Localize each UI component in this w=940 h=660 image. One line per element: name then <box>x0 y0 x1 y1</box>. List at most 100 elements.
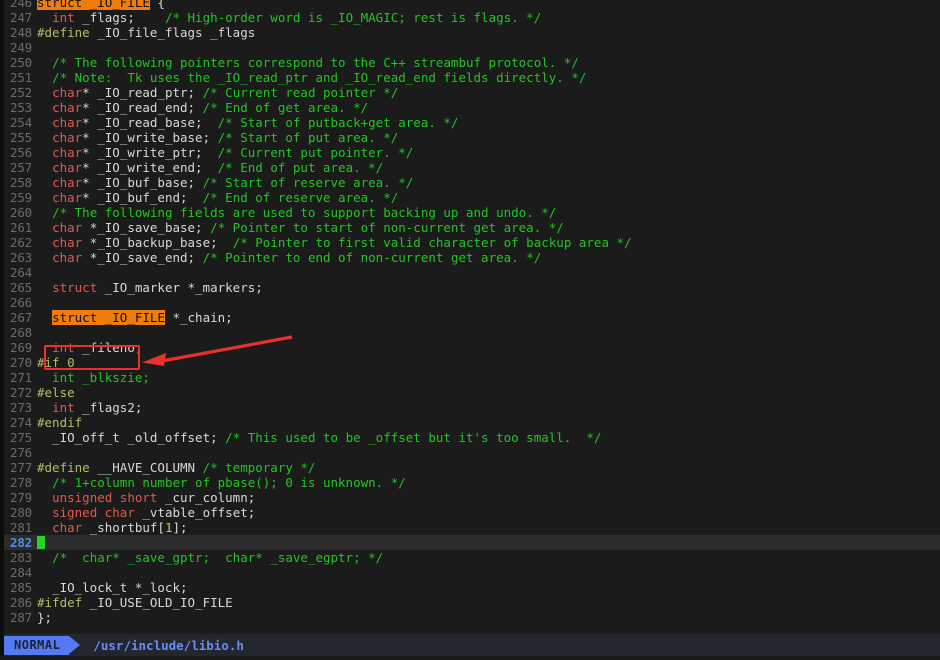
token-id: _IO_lock_t *_lock; <box>37 580 188 595</box>
line-number: 276 <box>10 445 32 460</box>
code-line[interactable]: 285 _IO_lock_t *_lock; <box>0 580 940 595</box>
token-kw: char <box>52 520 83 535</box>
token-id <box>37 175 52 190</box>
code-line[interactable]: 247 int _flags; /* High-order word is _I… <box>0 10 940 25</box>
line-number: 259 <box>10 190 32 205</box>
code-line[interactable]: 281 char _shortbuf[1]; <box>0 520 940 535</box>
line-content: /* The following pointers correspond to … <box>37 55 579 70</box>
token-num: 1 <box>164 520 173 535</box>
line-content: #else <box>37 385 75 400</box>
code-line[interactable]: 273 int _flags2; <box>0 400 940 415</box>
token-hl: struct _IO_FILE <box>37 0 150 10</box>
token-id: ]; <box>172 520 188 535</box>
code-line[interactable]: 284 <box>0 565 940 580</box>
code-line[interactable]: 250 /* The following pointers correspond… <box>0 55 940 70</box>
code-line[interactable]: 261 char *_IO_save_base; /* Pointer to s… <box>0 220 940 235</box>
code-line[interactable]: 254 char* _IO_read_base; /* Start of put… <box>0 115 940 130</box>
token-cmt: /* High-order word is _IO_MAGIC; rest is… <box>164 10 542 25</box>
code-line[interactable]: 251 /* Note: Tk uses the _IO_read_ptr an… <box>0 70 940 85</box>
code-line[interactable]: 264 <box>0 265 940 280</box>
code-line[interactable]: 263 char *_IO_save_end; /* Pointer to en… <box>0 250 940 265</box>
code-line[interactable]: 269 int _fileno; <box>0 340 940 355</box>
line-number: 281 <box>10 520 32 535</box>
code-line[interactable]: 286 #ifdef _IO_USE_OLD_IO_FILE <box>0 595 940 610</box>
code-line[interactable]: 265 struct _IO_marker *_markers; <box>0 280 940 295</box>
code-line[interactable]: 270 #if 0 <box>0 355 940 370</box>
token-id <box>37 400 52 415</box>
code-line[interactable]: 268 <box>0 325 940 340</box>
token-cmt: /* Pointer to first valid character of b… <box>232 235 632 250</box>
code-line[interactable]: 257 char* _IO_write_end; /* End of put a… <box>0 160 940 175</box>
line-number: 278 <box>10 475 32 490</box>
token-cmt: /* This used to be _offset but it's too … <box>225 430 602 445</box>
token-id <box>37 205 52 220</box>
code-line[interactable]: 283 /* char* _save_gptr; char* _save_egp… <box>0 550 940 565</box>
code-line[interactable]: 258 char* _IO_buf_base; /* Start of rese… <box>0 175 940 190</box>
code-line[interactable]: 252 char* _IO_read_ptr; /* Current read … <box>0 85 940 100</box>
token-cmt: /* Current read pointer */ <box>202 85 399 100</box>
code-line[interactable]: 262 char *_IO_backup_base; /* Pointer to… <box>0 235 940 250</box>
code-line[interactable]: 259 char* _IO_buf_end; /* End of reserve… <box>0 190 940 205</box>
line-content: char* _IO_write_base; /* Start of put ar… <box>37 130 398 145</box>
token-id: _flags; <box>74 10 165 25</box>
token-id <box>37 100 52 115</box>
line-content: struct _IO_FILE { <box>37 0 165 10</box>
line-number: 269 <box>10 340 32 355</box>
token-kw: char <box>52 190 83 205</box>
code-line[interactable]: 279 unsigned short _cur_column; <box>0 490 940 505</box>
code-buffer[interactable]: 245246struct _IO_FILE {247 int _flags; /… <box>0 0 940 634</box>
token-pre: #if <box>37 355 60 370</box>
code-line[interactable]: 276 <box>0 445 940 460</box>
line-number: 256 <box>10 145 32 160</box>
token-id: * _IO_read_base; <box>82 115 218 130</box>
line-number: 286 <box>10 595 32 610</box>
code-line[interactable]: 287}; <box>0 610 940 625</box>
code-line[interactable]: 256 char* _IO_write_ptr; /* Current put … <box>0 145 940 160</box>
line-number: 274 <box>10 415 32 430</box>
token-cmt: /* End of put area. */ <box>217 160 384 175</box>
line-number: 277 <box>10 460 32 475</box>
code-line[interactable]: 282 <box>0 535 940 550</box>
code-line[interactable]: 277 #define __HAVE_COLUMN /* temporary */ <box>0 460 940 475</box>
code-line[interactable]: 248 #define _IO_file_flags _flags <box>0 25 940 40</box>
code-line[interactable]: 267 struct _IO_FILE *_chain; <box>0 310 940 325</box>
code-line[interactable]: 278 /* 1+column number of pbase(); 0 is … <box>0 475 940 490</box>
line-number: 268 <box>10 325 32 340</box>
token-id <box>60 355 68 370</box>
token-id <box>37 505 52 520</box>
token-kw: int <box>52 340 75 355</box>
code-line[interactable]: 249 <box>0 40 940 55</box>
code-line[interactable]: 275 _IO_off_t _old_offset; /* This used … <box>0 430 940 445</box>
code-line[interactable]: 260 /* The following fields are used to … <box>0 205 940 220</box>
line-number: 247 <box>10 10 32 25</box>
line-content: char _shortbuf[1]; <box>37 520 188 535</box>
token-kw: char <box>52 85 83 100</box>
token-cmt: /* temporary */ <box>202 460 316 475</box>
code-line[interactable]: 266 <box>0 295 940 310</box>
token-id: *_IO_save_end; <box>82 250 203 265</box>
code-line[interactable]: 280 signed char _vtable_offset; <box>0 505 940 520</box>
token-pre: #ifdef <box>37 595 83 610</box>
token-kw: char <box>52 100 83 115</box>
token-id: __HAVE_COLUMN <box>89 460 203 475</box>
token-kw: char <box>52 130 83 145</box>
token-cmt: /* char* _save_gptr; char* _save_egptr; … <box>52 550 384 565</box>
code-line[interactable]: 272 #else <box>0 385 940 400</box>
line-number: 253 <box>10 100 32 115</box>
token-cmt: /* Start of put area. */ <box>217 130 399 145</box>
code-line[interactable]: 246 struct _IO_FILE { <box>0 0 940 10</box>
token-id: *_IO_save_base; <box>82 220 211 235</box>
line-content: char* _IO_read_end; /* End of get area. … <box>37 100 368 115</box>
line-number: 263 <box>10 250 32 265</box>
code-line[interactable]: 255 char* _IO_write_base; /* Start of pu… <box>0 130 940 145</box>
line-number: 261 <box>10 220 32 235</box>
code-line[interactable]: 271 int _blkszie; <box>0 370 940 385</box>
status-file-path: /usr/include/libio.h <box>93 637 244 653</box>
token-cmt: /* End of get area. */ <box>202 100 369 115</box>
token-kw: int <box>52 400 75 415</box>
token-id: * _IO_write_base; <box>82 130 218 145</box>
code-line[interactable]: 253 char* _IO_read_end; /* End of get ar… <box>0 100 940 115</box>
code-line[interactable]: 274 #endif <box>0 415 940 430</box>
line-number: 284 <box>10 565 32 580</box>
token-pre: 0 <box>67 355 75 370</box>
